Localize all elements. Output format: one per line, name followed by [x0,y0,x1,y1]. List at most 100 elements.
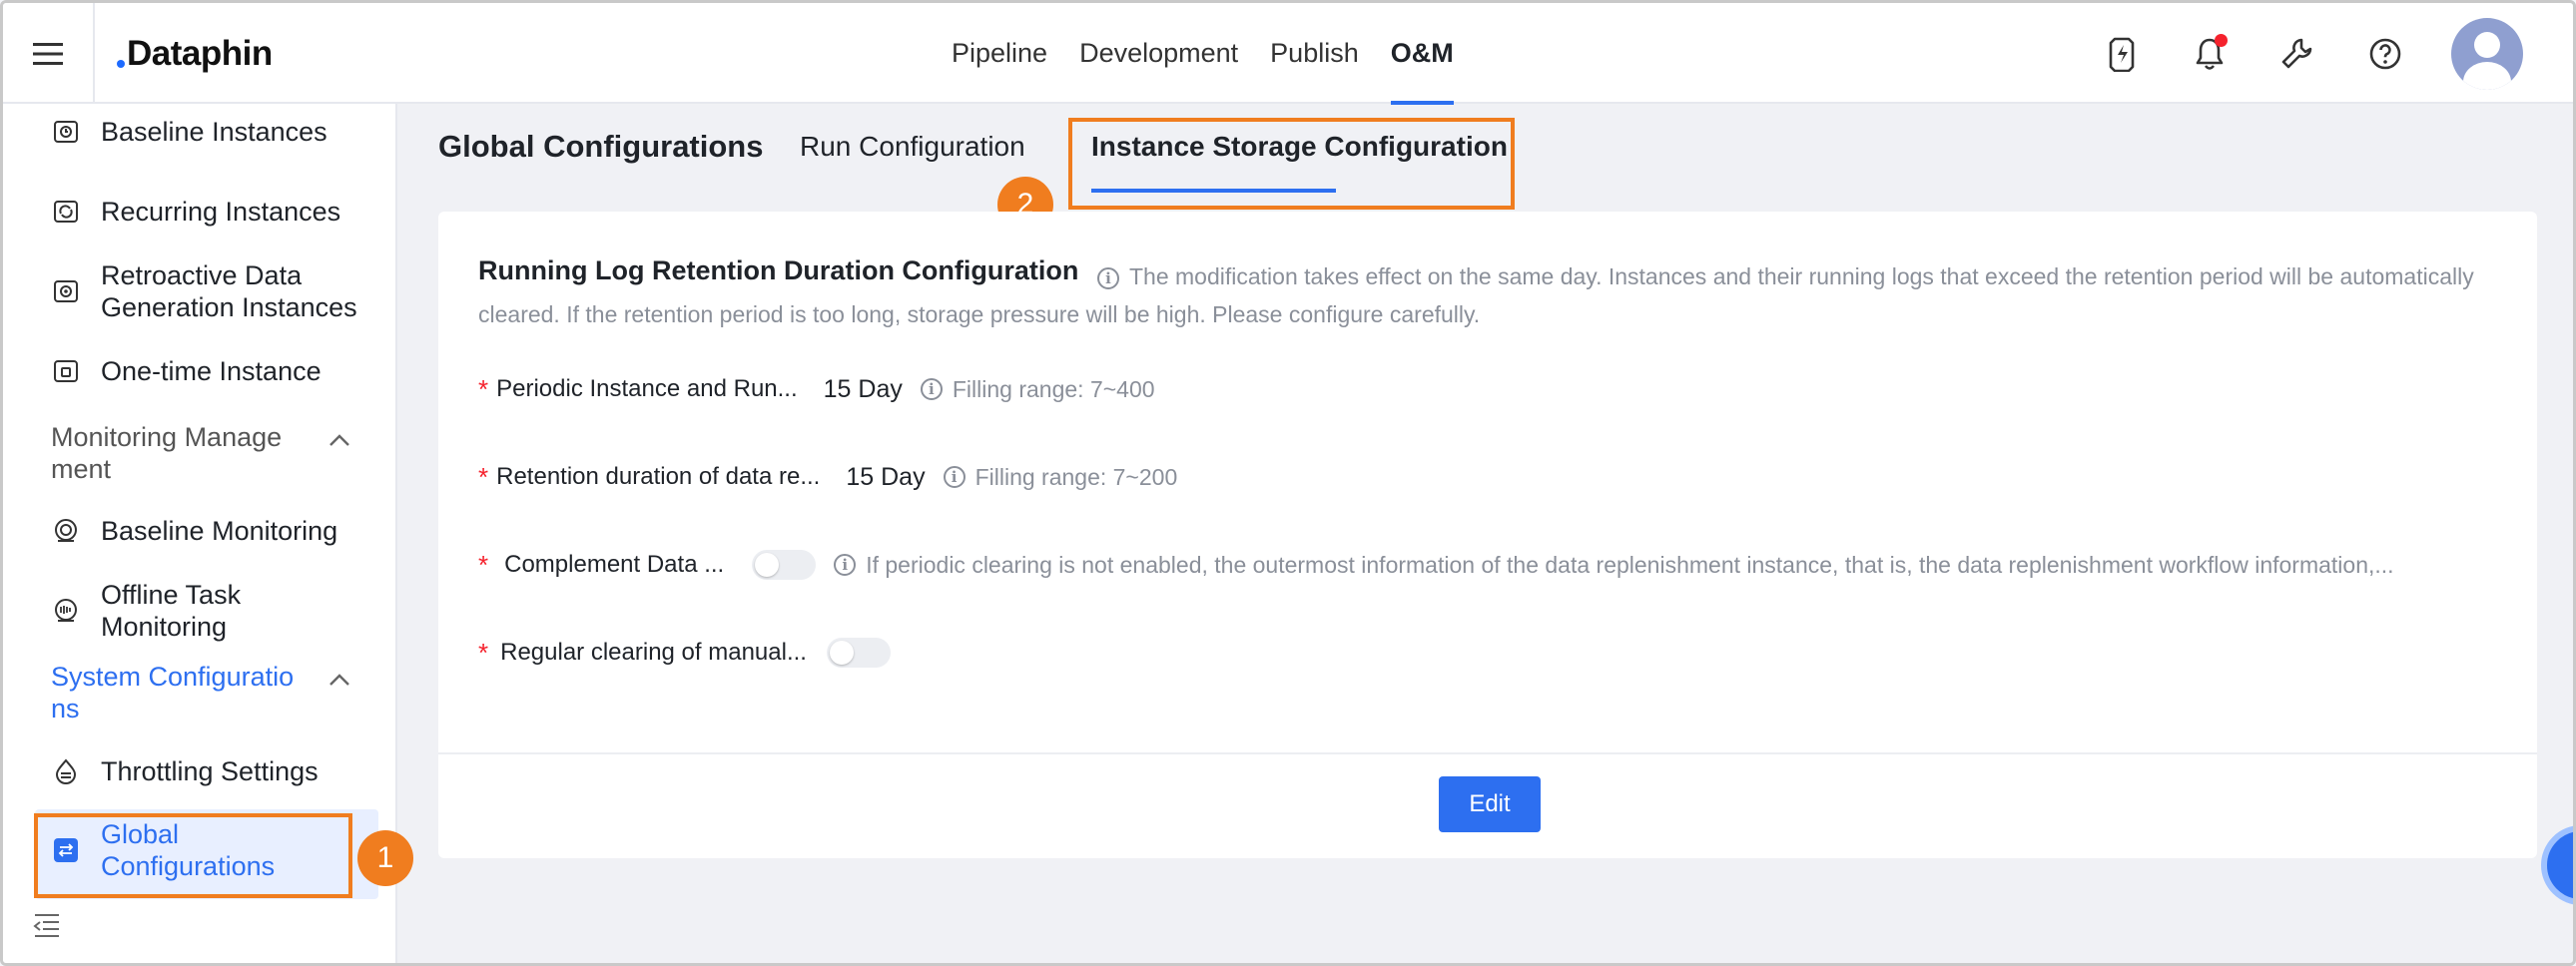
tools-button[interactable] [2275,32,2319,76]
sidebar-item-label-group: Offline Task Monitoring [101,579,241,643]
nav-om[interactable]: O&M [1390,3,1454,105]
sidebar-item-throttling-settings[interactable]: Throttling Settings [51,755,319,787]
page-title: Global Configurations [438,129,764,164]
sidebar-group-label: ns [51,694,80,724]
sidebar-item-label: Offline Task [101,580,242,610]
sidebar-item-label: Generation Instances [101,292,357,322]
field-periodic-instance: * Periodic Instance and Run... 15 Day iF… [478,371,1155,407]
collapse-sidebar-button[interactable] [33,913,61,944]
logo-text: Dataphin [127,34,273,73]
collapse-icon [33,914,59,937]
field-hint: i Filling range: 7~400 [920,375,1155,403]
hint-text: If periodic clearing is not enabled, the… [866,551,2394,578]
value-number: 15 [823,374,852,403]
avatar[interactable] [2451,17,2523,90]
nav-development[interactable]: Development [1079,3,1238,104]
field-label: Regular clearing of manual... [500,639,807,666]
sidebar-group-label: ment [51,454,112,484]
info-icon: i [920,378,943,400]
info-icon: i [1097,266,1119,289]
sidebar-item-recurring-instances[interactable]: Recurring Instances [51,196,340,228]
nav-publish[interactable]: Publish [1270,3,1359,104]
sidebar-group-label: System Configuratio [51,662,295,692]
edit-button[interactable]: Edit [1439,776,1541,832]
required-mark: * [478,637,489,668]
field-retention-duration: * Retention duration of data re... 15 Da… [478,459,1177,495]
top-bar: Dataphin Pipeline Development Publish O&… [3,3,2573,105]
config-card: Running Log Retention Duration Configura… [438,212,2537,858]
help-icon [2369,38,2401,69]
avatar-head [2474,31,2500,58]
sidebar-item-label: Monitoring [101,612,228,642]
field-label: Periodic Instance and Run... [496,375,798,402]
sidebar-item-one-time-instance[interactable]: One-time Instance [51,355,322,387]
complement-data-toggle[interactable] [752,550,817,580]
one-time-instance-icon [51,356,81,386]
tab-run-configuration[interactable]: Run Configuration [800,131,1025,163]
tabs-row: Global Configurations Run Configuration … [399,104,2573,233]
hint-text: Filling range: 7~200 [974,463,1178,490]
top-icons [2100,3,2573,104]
section-description-text: The modification takes effect on the sam… [478,263,2474,327]
top-nav: Pipeline Development Publish O&M [952,3,1454,105]
hamburger-icon [33,42,63,65]
field-hint: i If periodic clearing is not enabled, th… [834,551,2394,579]
sidebar: Baseline Instances Recurring Instances R… [3,104,413,963]
sidebar-item-label: Baseline Instances [101,117,327,147]
sidebar-item-label: Baseline Monitoring [101,516,338,546]
chevron-up-icon [329,434,349,446]
sidebar-group-monitoring[interactable]: Monitoring Manage ment [51,421,350,485]
avatar-body [2463,61,2511,90]
value-unit: Day [858,374,903,403]
throttling-icon [51,756,81,786]
nav-pipeline[interactable]: Pipeline [952,3,1047,104]
regular-clearing-toggle[interactable] [826,638,891,668]
value-unit: Day [881,462,926,491]
lightning-icon [2109,37,2135,72]
sidebar-item-baseline-monitoring[interactable]: Baseline Monitoring [51,515,337,547]
section-description: i The modification takes effect on the sa… [478,257,2505,333]
notification-dot [2215,33,2228,47]
chevron-up-icon [329,674,349,686]
field-hint: i Filling range: 7~200 [943,463,1178,491]
retroactive-instance-icon [51,276,81,306]
highlight-box-tab [1068,118,1515,210]
field-value: 15 Day [824,375,903,404]
recurring-instance-icon [51,197,81,227]
info-icon: i [943,466,966,488]
required-mark: * [478,549,489,580]
sidebar-group-label: Monitoring Manage [51,422,283,452]
menu-toggle-button[interactable] [3,3,95,104]
logo-dot [117,60,125,68]
field-value: 15 Day [846,463,925,492]
help-button[interactable] [2363,32,2407,76]
field-regular-clearing: * Regular clearing of manual... [478,635,891,671]
offline-monitoring-icon [51,596,81,626]
required-mark: * [478,373,489,404]
value-number: 15 [846,462,875,491]
sidebar-item-label: Retroactive Data [101,260,303,290]
baseline-monitoring-icon [51,516,81,546]
main-content: Global Configurations Run Configuration … [399,104,2573,963]
notification-button[interactable] [2188,32,2232,76]
sidebar-item-label: Throttling Settings [101,756,319,786]
sidebar-item-label: Recurring Instances [101,197,341,227]
sidebar-item-offline-task-monitoring[interactable]: Offline Task Monitoring [51,579,241,643]
field-label: Retention duration of data re... [496,463,821,490]
sidebar-item-label-group: Retroactive Data Generation Instances [101,259,357,323]
field-label: Complement Data ... [504,551,725,578]
info-icon: i [834,554,857,576]
app-window: Dataphin Pipeline Development Publish O&… [0,0,2576,966]
required-mark: * [478,461,489,492]
lightning-button[interactable] [2100,32,2144,76]
hint-text: Filling range: 7~400 [952,375,1155,402]
sidebar-item-label: One-time Instance [101,356,322,386]
card-divider [438,752,2537,754]
field-complement-data: * Complement Data ... i If periodic clear… [478,547,2394,583]
sidebar-group-system-configurations[interactable]: System Configuratio ns [51,661,350,724]
sidebar-item-retroactive[interactable]: Retroactive Data Generation Instances [51,259,357,323]
logo[interactable]: Dataphin [117,33,273,75]
sidebar-item-baseline-instances[interactable]: Baseline Instances [51,116,327,148]
baseline-instance-icon [51,117,81,147]
highlight-box-sidebar [34,813,352,898]
